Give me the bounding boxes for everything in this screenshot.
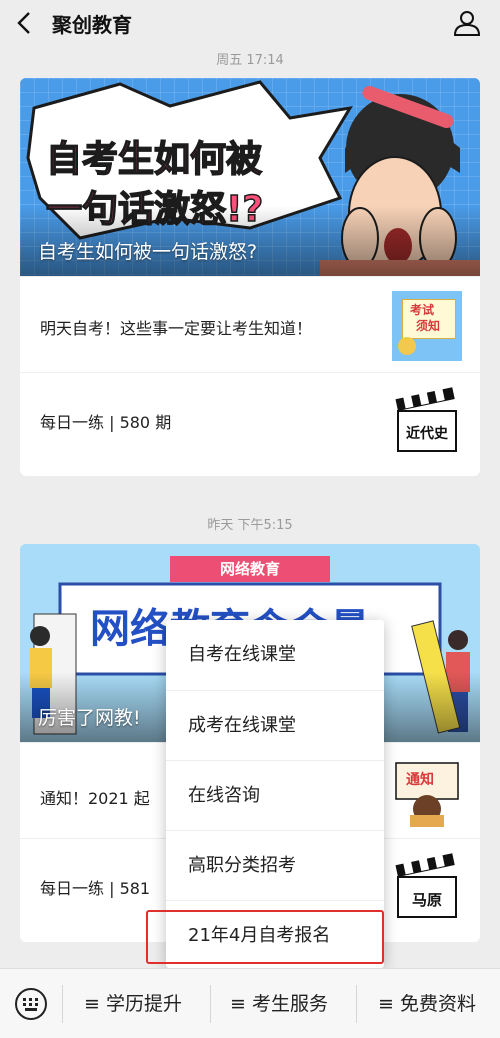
clapperboard-icon: 马原 [392,851,462,921]
list-item-title: 每日一练 | 581 [40,879,151,898]
chevron-left-icon[interactable] [10,8,40,38]
divider [210,985,211,1023]
article-card: 自考生如何被 一句话激怒!? 自考生如何被一句话激怒? 明天自考！这些事一定要让… [20,78,480,476]
highlight-box [146,910,384,964]
user-icon[interactable] [452,8,482,38]
top-bar: 聚创教育 [0,0,500,46]
bottom-menu-bar: ≡ 学历提升 ≡ 考生服务 ≡ 免费资料 [0,968,500,1038]
tab-student-services[interactable]: ≡ 考生服务 [230,989,328,1016]
menu-item-self-study-online[interactable]: 自考在线课堂 [166,620,384,690]
article-banner[interactable]: 自考生如何被 一句话激怒!? 自考生如何被一句话激怒? [20,78,480,276]
list-item-title: 明天自考！这些事一定要让考生知道！ [40,319,313,338]
tab-education-upgrade[interactable]: ≡ 学历提升 [84,989,182,1016]
list-item-title: 通知！2021 起 [40,789,150,808]
tab-free-materials[interactable]: ≡ 免费资料 [378,989,476,1016]
page-title: 聚创教育 [52,13,132,37]
thumbnail-text: 须知 [416,319,441,333]
thumbnail-text: 近代史 [406,426,448,442]
menu-item-adult-exam-online[interactable]: 成考在线课堂 [166,690,384,760]
banner-caption: 厉害了网教! [38,707,141,729]
message-timestamp: 昨天 下午5:15 [207,518,293,533]
menu-item-vocational-exam[interactable]: 高职分类招考 [166,830,384,900]
divider [356,985,357,1023]
clapperboard-icon: 近代史 [392,385,462,455]
thumbnail-text: 考试 [410,303,435,317]
thumbnail-text: 马原 [412,891,443,909]
banner-tag: 网络教育 [219,560,280,578]
banner-headline-line1: 自考生如何被 [45,138,263,181]
message-timestamp: 周五 17:14 [216,53,284,68]
article-thumbnail: 考试 须知 [392,291,462,361]
menu-item-online-consult[interactable]: 在线咨询 [166,760,384,830]
list-item-title: 每日一练 | 580 期 [40,413,172,432]
keyboard-icon[interactable] [14,987,48,1021]
banner-caption: 自考生如何被一句话激怒? [38,241,258,263]
list-item[interactable]: 明天自考！这些事一定要让考生知道！ 考试 须知 [20,276,480,372]
article-thumbnail: 通知 [392,757,462,827]
divider [62,985,63,1023]
thumbnail-text: 通知 [406,772,434,788]
list-item[interactable]: 每日一练 | 580 期 近代史 [20,372,480,468]
